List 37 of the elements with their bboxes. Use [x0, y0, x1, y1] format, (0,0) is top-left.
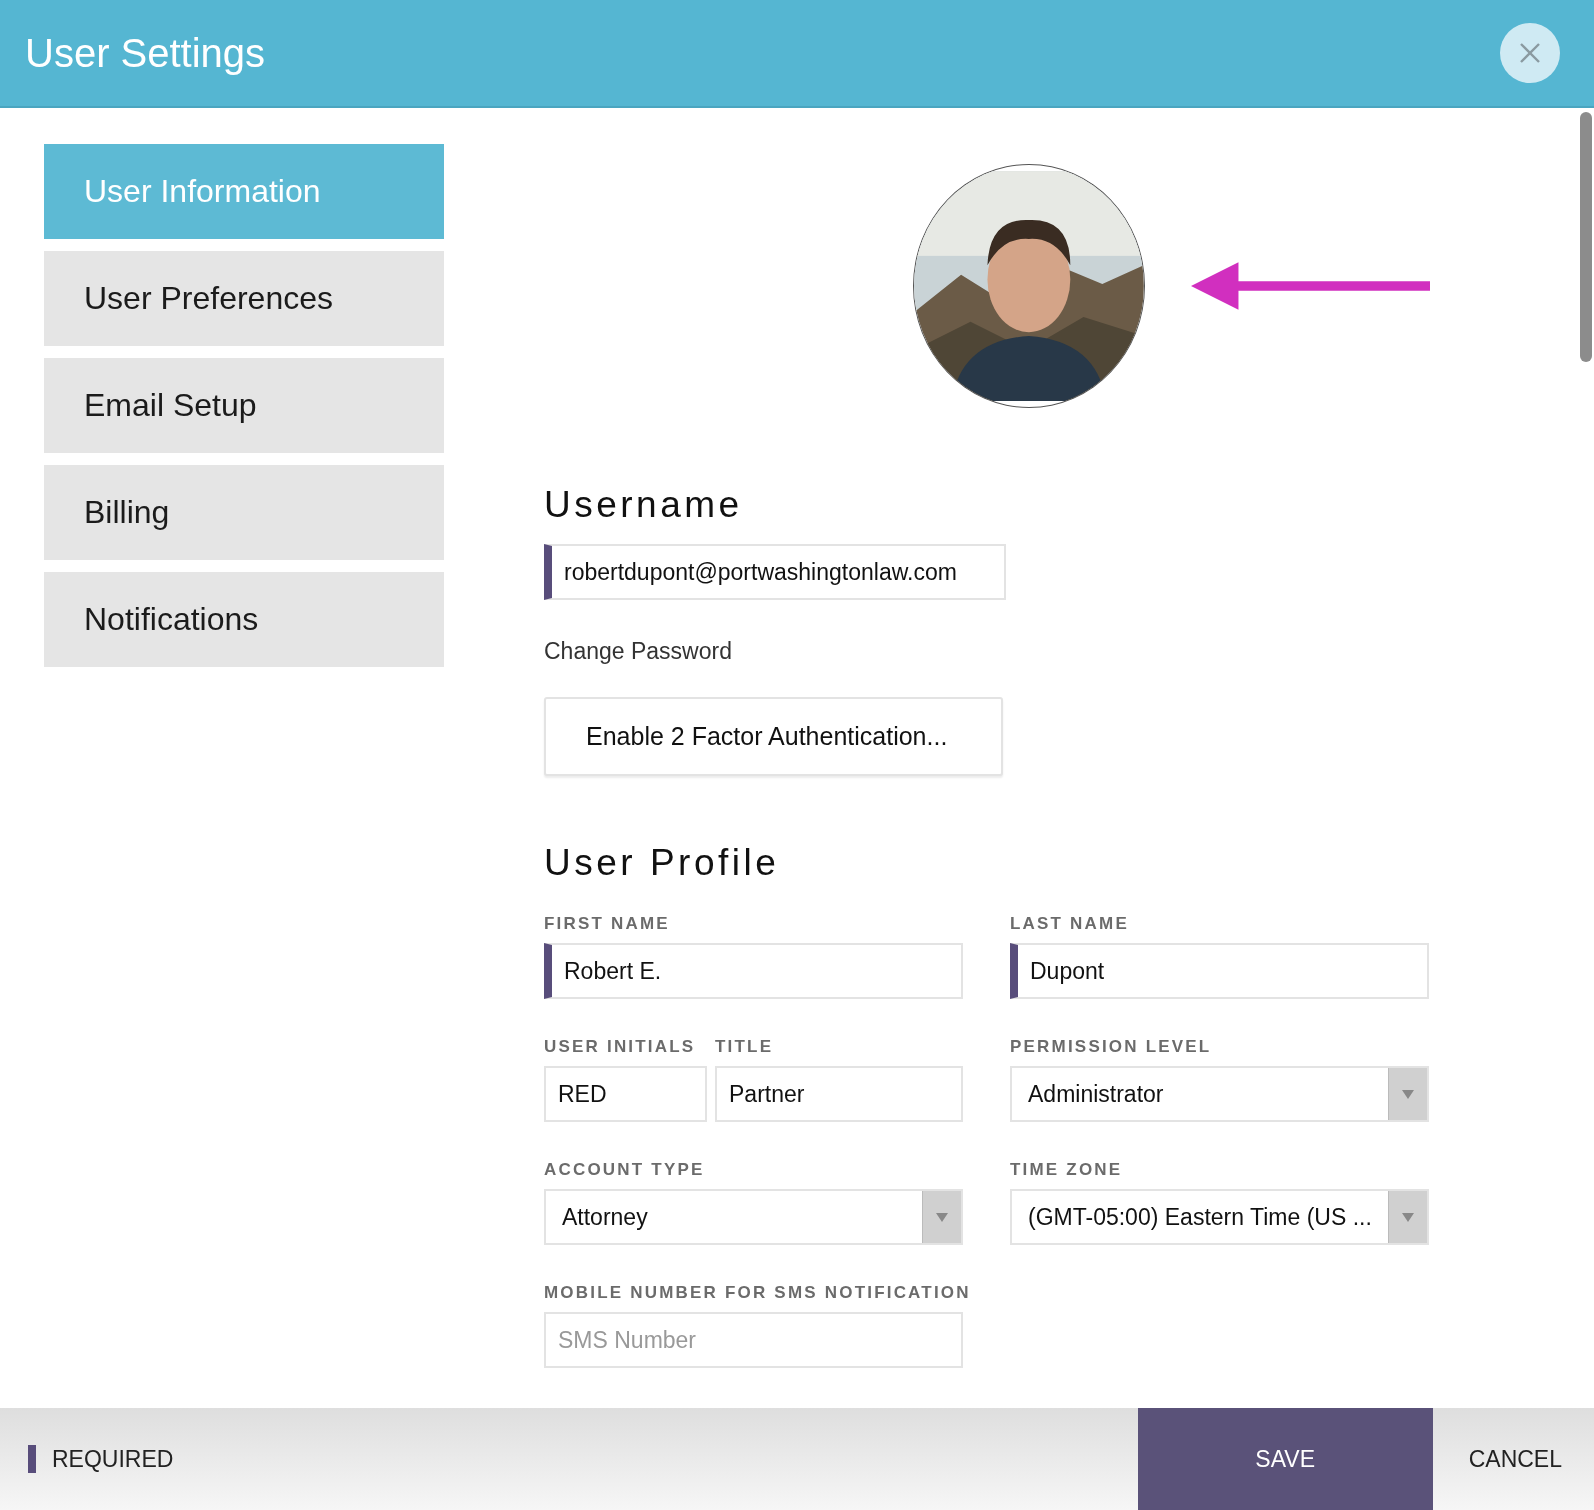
- input-field[interactable]: SMS Number: [544, 1312, 963, 1368]
- dropdown[interactable]: (GMT-05:00) Eastern Time (US ...: [1010, 1189, 1429, 1245]
- required-marker: [28, 1445, 36, 1473]
- arrow-icon: [1190, 261, 1430, 311]
- dropdown[interactable]: Administrator: [1010, 1066, 1429, 1122]
- field-label: TIME ZONE: [1010, 1160, 1123, 1180]
- dropdown[interactable]: Attorney: [544, 1189, 963, 1245]
- cancel-button[interactable]: CANCEL: [1432, 1408, 1594, 1510]
- window-title: User Settings: [25, 30, 266, 76]
- two-factor-button[interactable]: Enable 2 Factor Authentication...: [544, 697, 1003, 776]
- sidebar-item[interactable]: Notifications: [44, 572, 444, 667]
- sidebar-item[interactable]: Billing: [44, 465, 444, 560]
- field-label: USER INITIALS: [544, 1037, 696, 1057]
- close-button[interactable]: [1500, 23, 1560, 83]
- input-field[interactable]: RED: [544, 1066, 707, 1122]
- input-field[interactable]: Robert E.: [544, 943, 963, 999]
- field-label: PERMISSION LEVEL: [1010, 1037, 1212, 1057]
- caret-icon: [1402, 1212, 1414, 1222]
- save-button[interactable]: SAVE: [1137, 1408, 1433, 1510]
- field-label: ACCOUNT TYPE: [544, 1160, 705, 1180]
- field-label: LAST NAME: [1010, 914, 1129, 934]
- required-legend: REQUIRED: [52, 1445, 174, 1473]
- field-label: FIRST NAME: [544, 914, 670, 934]
- sidebar-item[interactable]: Email Setup: [44, 358, 444, 453]
- field-label: MOBILE NUMBER FOR SMS NOTIFICATION: [544, 1283, 971, 1303]
- input-field[interactable]: Dupont: [1010, 943, 1429, 999]
- caret-icon: [1402, 1089, 1414, 1099]
- input-field[interactable]: robertdupont@portwashingtonlaw.com: [544, 544, 1006, 600]
- close-icon: [1519, 42, 1541, 64]
- section-heading: Username: [544, 484, 744, 526]
- caret-icon: [936, 1212, 948, 1222]
- section-heading: User Profile: [544, 842, 781, 884]
- scrollbar-thumb[interactable]: [1580, 112, 1592, 362]
- field-label: TITLE: [715, 1037, 774, 1057]
- change-password-link[interactable]: Change Password: [544, 638, 732, 665]
- input-field[interactable]: Partner: [715, 1066, 963, 1122]
- sidebar-item[interactable]: User Preferences: [44, 251, 444, 346]
